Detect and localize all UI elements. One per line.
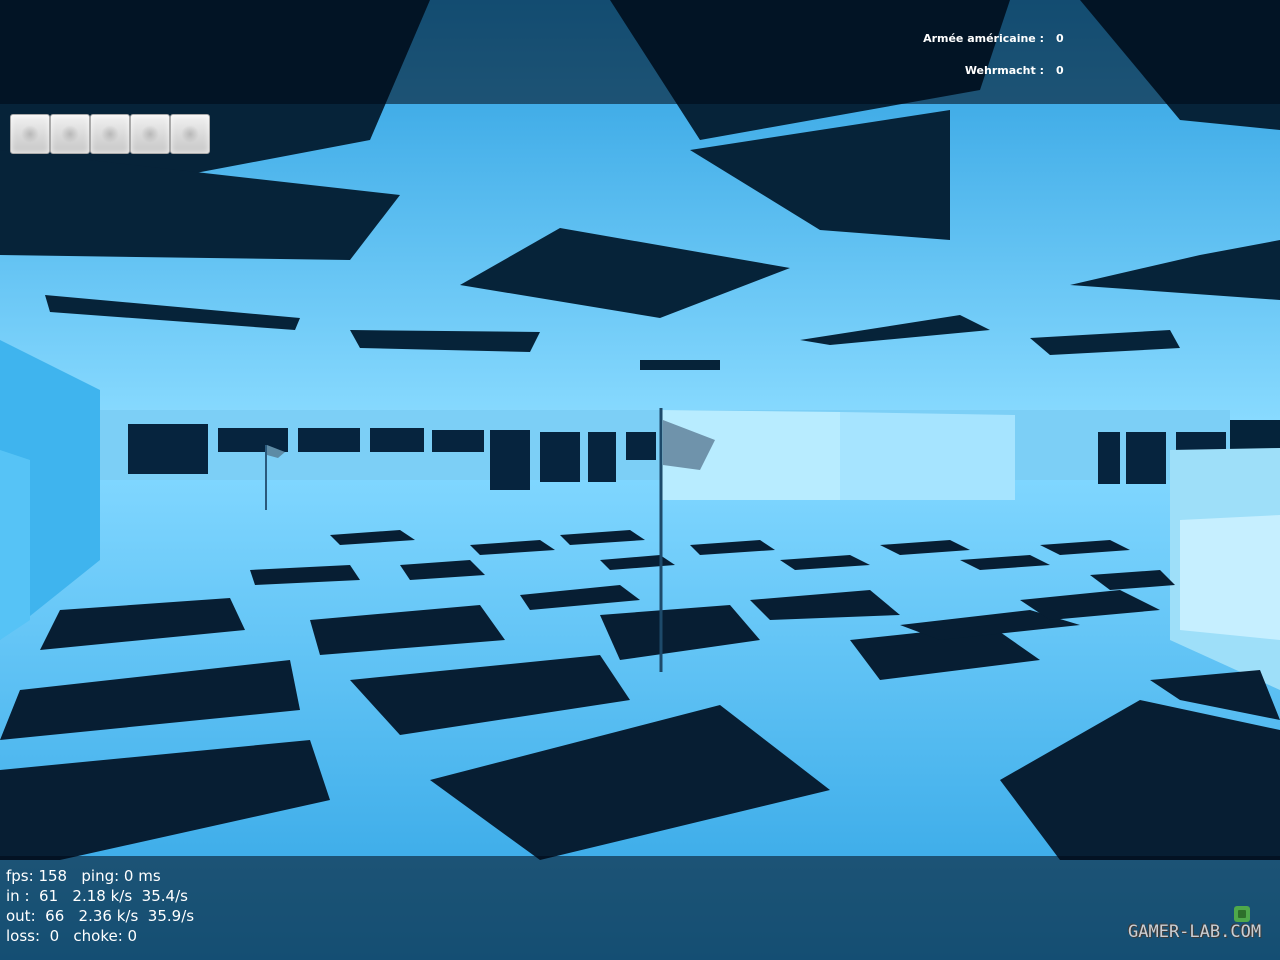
inventory-slot-icon[interactable] (90, 114, 130, 154)
net-graph-out-line: out: 66 2.36 k/s 35.9/s (6, 907, 195, 925)
net-graph: fps: 158 ping: 0 ms in : 61 2.18 k/s 35.… (6, 866, 266, 950)
team-name: Wehrmacht : (964, 64, 1044, 77)
watermark-text: GAMER-LAB.COM (1128, 922, 1262, 942)
inventory-bar (10, 114, 210, 154)
net-graph-fps-line: fps: 158 ping: 0 ms (6, 867, 161, 885)
net-graph-loss-line: loss: 0 choke: 0 (6, 927, 138, 945)
net-graph-in-line: in : 61 2.18 k/s 35.4/s (6, 887, 188, 905)
inventory-slot-icon[interactable] (170, 114, 210, 154)
team-score: 0 (1056, 32, 1064, 45)
team-score: 0 (1056, 64, 1064, 77)
team-score-row: Armée américaine : 0 (900, 30, 1080, 46)
watermark: GAMER-LAB.COM (1128, 906, 1278, 948)
inventory-slot-icon[interactable] (10, 114, 50, 154)
inventory-slot-icon[interactable] (130, 114, 170, 154)
hud-top-overlay (0, 0, 1280, 104)
team-name: Armée américaine : (923, 32, 1044, 45)
team-score-row: Wehrmacht : 0 (900, 62, 1080, 78)
inventory-slot-icon[interactable] (50, 114, 90, 154)
game-viewport: Armée américaine : 0 Wehrmacht : 0 fps: … (0, 0, 1280, 960)
